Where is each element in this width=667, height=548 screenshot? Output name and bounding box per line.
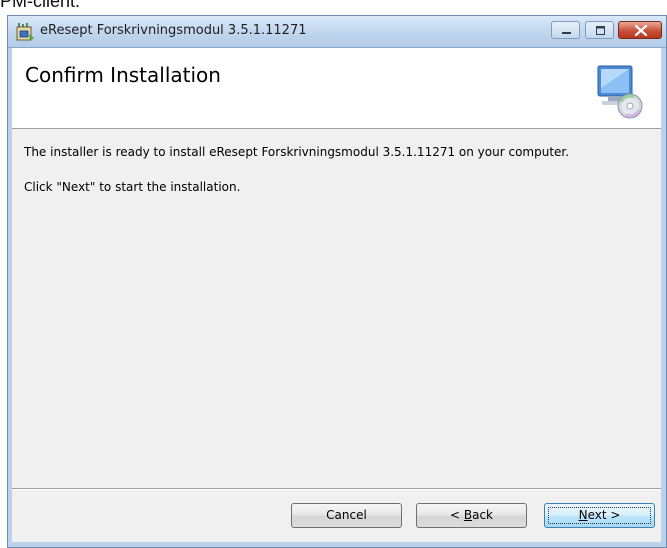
- back-button[interactable]: < Back: [416, 503, 527, 528]
- document-caption: PM-client.: [0, 0, 81, 11]
- title-bar[interactable]: eResept Forskrivningsmodul 3.5.1.11271: [8, 16, 666, 48]
- back-button-label: < Back: [450, 508, 493, 522]
- installer-app-icon: [16, 23, 34, 41]
- page-title: Confirm Installation: [25, 63, 221, 87]
- cancel-button-label: Cancel: [326, 508, 367, 522]
- computer-cd-icon: [597, 65, 643, 119]
- next-label-mnemonic: N: [578, 508, 588, 522]
- header-banner: Confirm Installation: [12, 48, 661, 129]
- back-label-prefix: <: [449, 508, 464, 522]
- minimize-button[interactable]: [551, 21, 580, 39]
- footer-separator: [12, 488, 661, 490]
- cancel-button[interactable]: Cancel: [291, 503, 402, 528]
- ready-message: The installer is ready to install eResep…: [24, 145, 570, 159]
- installer-client-area: Confirm Installation The installer is re…: [12, 48, 661, 542]
- next-label-rest: ext >: [587, 508, 621, 522]
- back-label-rest: ack: [472, 508, 493, 522]
- maximize-button[interactable]: [585, 21, 614, 39]
- close-icon: [634, 24, 648, 37]
- window-title: eResept Forskrivningsmodul 3.5.1.11271: [40, 23, 307, 38]
- instruction-message: Click "Next" to start the installation.: [24, 180, 241, 194]
- installer-window: eResept Forskrivningsmodul 3.5.1.11271 C…: [7, 15, 667, 548]
- next-button-label: Next >: [579, 508, 621, 522]
- minimize-icon: [562, 32, 571, 34]
- back-label-mnemonic: B: [463, 508, 473, 522]
- maximize-icon: [596, 26, 605, 35]
- next-button[interactable]: Next >: [544, 503, 655, 528]
- close-button[interactable]: [618, 21, 662, 39]
